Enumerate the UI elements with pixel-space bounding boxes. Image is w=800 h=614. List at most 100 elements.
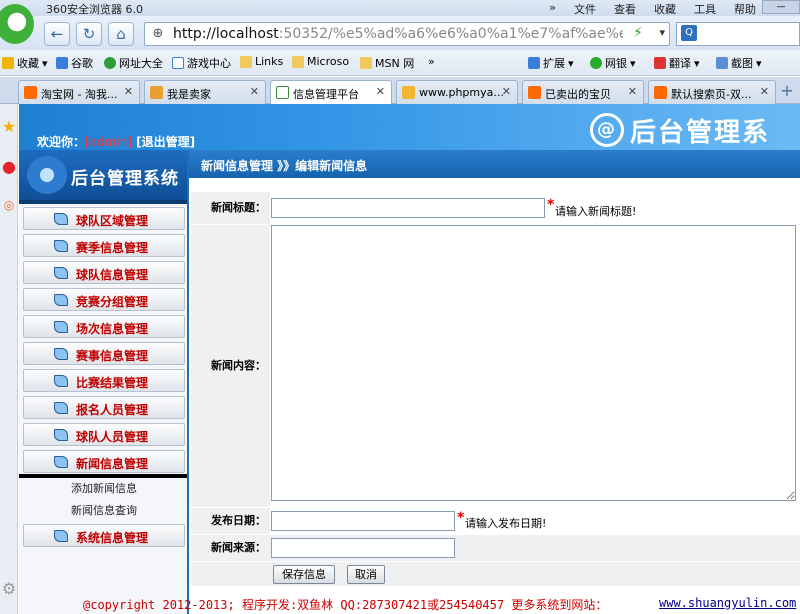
close-icon[interactable]: ✕ <box>628 85 637 98</box>
content-textarea[interactable] <box>271 225 796 501</box>
tab-seller[interactable]: 我是卖家 ✕ <box>144 80 266 104</box>
sidebar-item-registration[interactable]: 报名人员管理 <box>23 396 185 419</box>
row-source: 新闻来源： <box>191 535 800 561</box>
new-tab-button[interactable]: + <box>778 82 796 100</box>
site-security-icon[interactable]: ⊕ <box>149 25 167 43</box>
toolbar-screenshot[interactable]: 截图 ▾ <box>716 55 762 71</box>
bookmark-links[interactable]: Links <box>240 55 283 68</box>
search-icon[interactable]: Q <box>681 25 697 41</box>
toolbar-extensions[interactable]: 扩展 ▾ <box>528 55 574 71</box>
breadcrumb: 新闻信息管理 》》编辑新闻信息 <box>189 150 800 178</box>
sidebar-item-team-area[interactable]: 球队区域管理 <box>23 207 185 230</box>
tab-bar: 淘宝网 - 淘我... ✕ 我是卖家 ✕ 信息管理平台 ✕ www.phpmya...… <box>0 77 800 105</box>
address-dropdown-icon[interactable]: ▾ <box>659 26 665 39</box>
sidebar-subitem-query-news[interactable]: 新闻信息查询 <box>23 500 185 522</box>
tab-info-platform[interactable]: 信息管理平台 ✕ <box>270 80 392 105</box>
app-icon[interactable]: ◎ <box>0 194 18 216</box>
settings-gear-icon[interactable]: ⚙ <box>0 578 18 600</box>
sidebar-item-system[interactable]: 系统信息管理 <box>23 524 185 547</box>
tab-taobao[interactable]: 淘宝网 - 淘我... ✕ <box>18 80 140 104</box>
browser-titlebar: 360安全浏览器 6.0 » 文件 查看 收藏 工具 帮助 — <box>0 0 800 16</box>
bookmarks-bar: 收藏 ▾ 谷歌 网址大全 游戏中心 Links Microso MSN 网 » … <box>0 50 800 76</box>
admin-logo: @ 后台管理系 <box>590 110 800 150</box>
favorites-star-icon[interactable]: ★ <box>0 116 18 138</box>
admin-sidebar: 后台管理系统 球队区域管理 赛季信息管理 球队信息管理 竞赛分组管理 场次信息管… <box>19 150 189 614</box>
close-icon[interactable]: ✕ <box>502 85 511 98</box>
weibo-icon[interactable]: ● <box>0 156 18 178</box>
menu-bullet-icon <box>54 240 68 252</box>
seller-icon <box>150 86 163 99</box>
close-icon[interactable]: ✕ <box>250 85 259 98</box>
bookmark-favorites[interactable]: 收藏 ▾ <box>2 55 48 71</box>
browser-sidebar: ★ ● ◎ ⚙ <box>0 104 18 614</box>
title-input[interactable] <box>271 198 545 218</box>
bookmark-games[interactable]: 游戏中心 <box>172 55 231 71</box>
menu-help[interactable]: 帮助 <box>734 1 756 17</box>
sidebar-header: 后台管理系统 <box>19 150 187 204</box>
bookmark-more[interactable]: » <box>428 55 435 68</box>
title-hint: 请输入新闻标题! <box>555 205 637 218</box>
scissors-icon <box>716 57 728 69</box>
toolbar-bank[interactable]: 网银 ▾ <box>590 55 636 71</box>
save-button[interactable]: 保存信息 <box>273 565 335 584</box>
refresh-icon[interactable]: ↻ <box>76 22 102 46</box>
footer-website-link[interactable]: www.shuangyulin.com <box>659 596 796 610</box>
speed-mode-icon[interactable]: ⚡ <box>633 25 643 41</box>
toolbar-translate[interactable]: 翻译 ▾ <box>654 55 700 71</box>
sidebar-item-season[interactable]: 赛季信息管理 <box>23 234 185 257</box>
sidebar-item-team-members[interactable]: 球队人员管理 <box>23 423 185 446</box>
required-mark: * <box>457 510 465 526</box>
bookmark-microsoft[interactable]: Microso <box>292 55 349 68</box>
menu-bullet-icon <box>54 267 68 279</box>
page-content: 欢迎你：[admin] [退出管理] @ 后台管理系 新闻信息管理 》》编辑新闻… <box>19 104 800 614</box>
sidebar-item-group[interactable]: 竞赛分组管理 <box>23 288 185 311</box>
menu-file[interactable]: 文件 <box>574 1 596 17</box>
menu-bullet-icon <box>54 530 68 542</box>
address-bar[interactable]: ⊕ http://localhost:50352/%e5%ad%a6%e6%a0… <box>144 22 670 46</box>
sidebar-title: 后台管理系统 <box>71 169 179 189</box>
source-input[interactable] <box>271 538 455 558</box>
search-box[interactable]: Q <box>676 22 800 46</box>
back-arrow-icon[interactable]: ← <box>44 22 70 46</box>
menu-view[interactable]: 查看 <box>614 1 636 17</box>
bookmark-msn[interactable]: MSN 网 <box>360 55 414 71</box>
logout-link[interactable]: [退出管理] <box>136 135 195 149</box>
menu-more[interactable]: » <box>549 1 556 17</box>
sidebar-item-news[interactable]: 新闻信息管理 <box>23 450 185 473</box>
close-icon[interactable]: ✕ <box>760 85 769 98</box>
tab-search-page[interactable]: 默认搜索页-双... ✕ <box>648 80 776 104</box>
menu-bullet-icon <box>54 375 68 387</box>
content-label: 新闻内容： <box>191 225 270 507</box>
sidebar-subitem-add-news[interactable]: 添加新闻信息 <box>23 478 185 500</box>
date-input[interactable] <box>271 511 455 531</box>
browser-navbar: ← ↻ ⌂ ⊕ http://localhost:50352/%e5%ad%a6… <box>0 16 800 50</box>
bookmark-sites[interactable]: 网址大全 <box>104 55 163 71</box>
menu-bullet-icon <box>54 348 68 360</box>
shield-icon <box>590 57 602 69</box>
sidebar-item-result[interactable]: 比赛结果管理 <box>23 369 185 392</box>
sidebar-item-event[interactable]: 赛事信息管理 <box>23 342 185 365</box>
bookmark-google[interactable]: 谷歌 <box>56 55 93 71</box>
folder-icon <box>292 55 304 68</box>
menu-bullet-icon <box>54 321 68 333</box>
taobao-icon <box>528 86 541 99</box>
home-icon[interactable]: ⌂ <box>108 22 134 46</box>
window-minimize-button[interactable]: — <box>762 0 800 14</box>
menu-tools[interactable]: 工具 <box>694 1 716 17</box>
menu-favorites[interactable]: 收藏 <box>654 1 676 17</box>
page-icon <box>172 57 184 69</box>
address-url[interactable]: http://localhost:50352/%e5%ad%a6%e6%a0%a… <box>173 26 623 42</box>
close-icon[interactable]: ✕ <box>376 85 385 98</box>
menu-bullet-icon <box>54 402 68 414</box>
sidebar-item-team[interactable]: 球队信息管理 <box>23 261 185 284</box>
row-title: 新闻标题： * 请输入新闻标题! <box>191 192 800 224</box>
page-icon <box>276 86 289 99</box>
sidebar-item-session[interactable]: 场次信息管理 <box>23 315 185 338</box>
folder-icon <box>240 55 252 68</box>
close-icon[interactable]: ✕ <box>124 85 133 98</box>
tab-sold-items[interactable]: 已卖出的宝贝 ✕ <box>522 80 644 104</box>
title-label: 新闻标题： <box>191 192 270 224</box>
cancel-button[interactable]: 取消 <box>347 565 385 584</box>
menu-bullet-icon <box>54 213 68 225</box>
tab-phpmyadmin[interactable]: www.phpmya... ✕ <box>396 80 518 104</box>
